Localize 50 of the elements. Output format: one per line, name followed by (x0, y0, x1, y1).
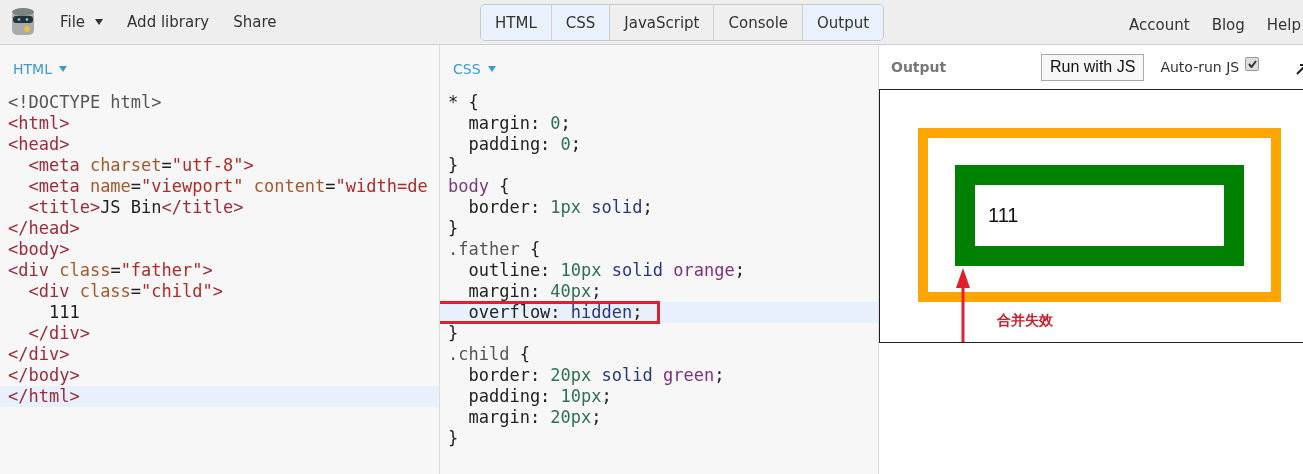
caret-icon (58, 65, 67, 72)
panel-title: Output (891, 59, 948, 75)
code-line: <meta charset="utf-8"> (27, 154, 255, 177)
checkbox[interactable] (1245, 57, 1260, 71)
menu-item[interactable]: Add library (127, 13, 210, 31)
code-line: <!DOCTYPE html> (7, 91, 163, 114)
code-line: margin: 20px; (467, 406, 603, 429)
code-line: body { (447, 175, 511, 198)
code-line: } (447, 217, 460, 240)
code-line: <div class="child"> (27, 280, 224, 303)
panel-tab[interactable]: CSS (551, 5, 611, 40)
caret-icon (95, 19, 104, 25)
code-line: } (447, 322, 460, 345)
code-line: .child { (447, 343, 531, 366)
code-line: <body> (7, 238, 71, 261)
code-line: margin: 40px; (467, 280, 603, 303)
checkbox-label: Auto-run JS (1160, 59, 1240, 75)
code-line: </head> (7, 217, 81, 240)
code-line: </div> (7, 343, 71, 366)
code-line: </html> (7, 385, 81, 408)
panel-tab[interactable]: HTML (481, 5, 552, 40)
code-line: <html> (7, 112, 71, 135)
code-line: margin: 0; (467, 112, 572, 135)
code-line: <head> (7, 133, 71, 156)
caret-icon (487, 65, 496, 72)
code-line: 111 (47, 301, 81, 324)
child-box: 111 (955, 165, 1244, 266)
nav-link[interactable]: Help (1266, 15, 1301, 34)
menu-item[interactable]: Share (233, 13, 277, 31)
canister-icon (10, 7, 36, 37)
panel-tab[interactable]: Output (803, 5, 884, 40)
nav-link[interactable]: Blog (1211, 15, 1245, 34)
run-button[interactable]: Run with JS (1041, 53, 1145, 81)
code-line: } (447, 427, 460, 450)
code-line: outline: 10px solid orange; (467, 259, 746, 282)
code-line: border: 1px solid; (467, 196, 654, 219)
code-line: </div> (27, 322, 91, 345)
code-line: </body> (7, 364, 81, 387)
code-line: border: 20px solid green; (467, 364, 726, 387)
nav-link[interactable]: Account (1129, 15, 1190, 34)
code-line: <title>JS Bin</title> (27, 196, 245, 219)
code-line: padding: 10px; (467, 385, 613, 408)
code-line: } (447, 154, 460, 177)
code-line: <meta name="viewport" content="width=de (27, 175, 429, 198)
code-line: .father { (447, 238, 542, 261)
code-line: * { (447, 91, 480, 114)
code-line: padding: 0; (467, 133, 583, 156)
annotation-label: 合并失效 (997, 312, 1053, 330)
code-line: <div class="father"> (7, 259, 214, 282)
menu-item[interactable]: File (60, 13, 104, 31)
